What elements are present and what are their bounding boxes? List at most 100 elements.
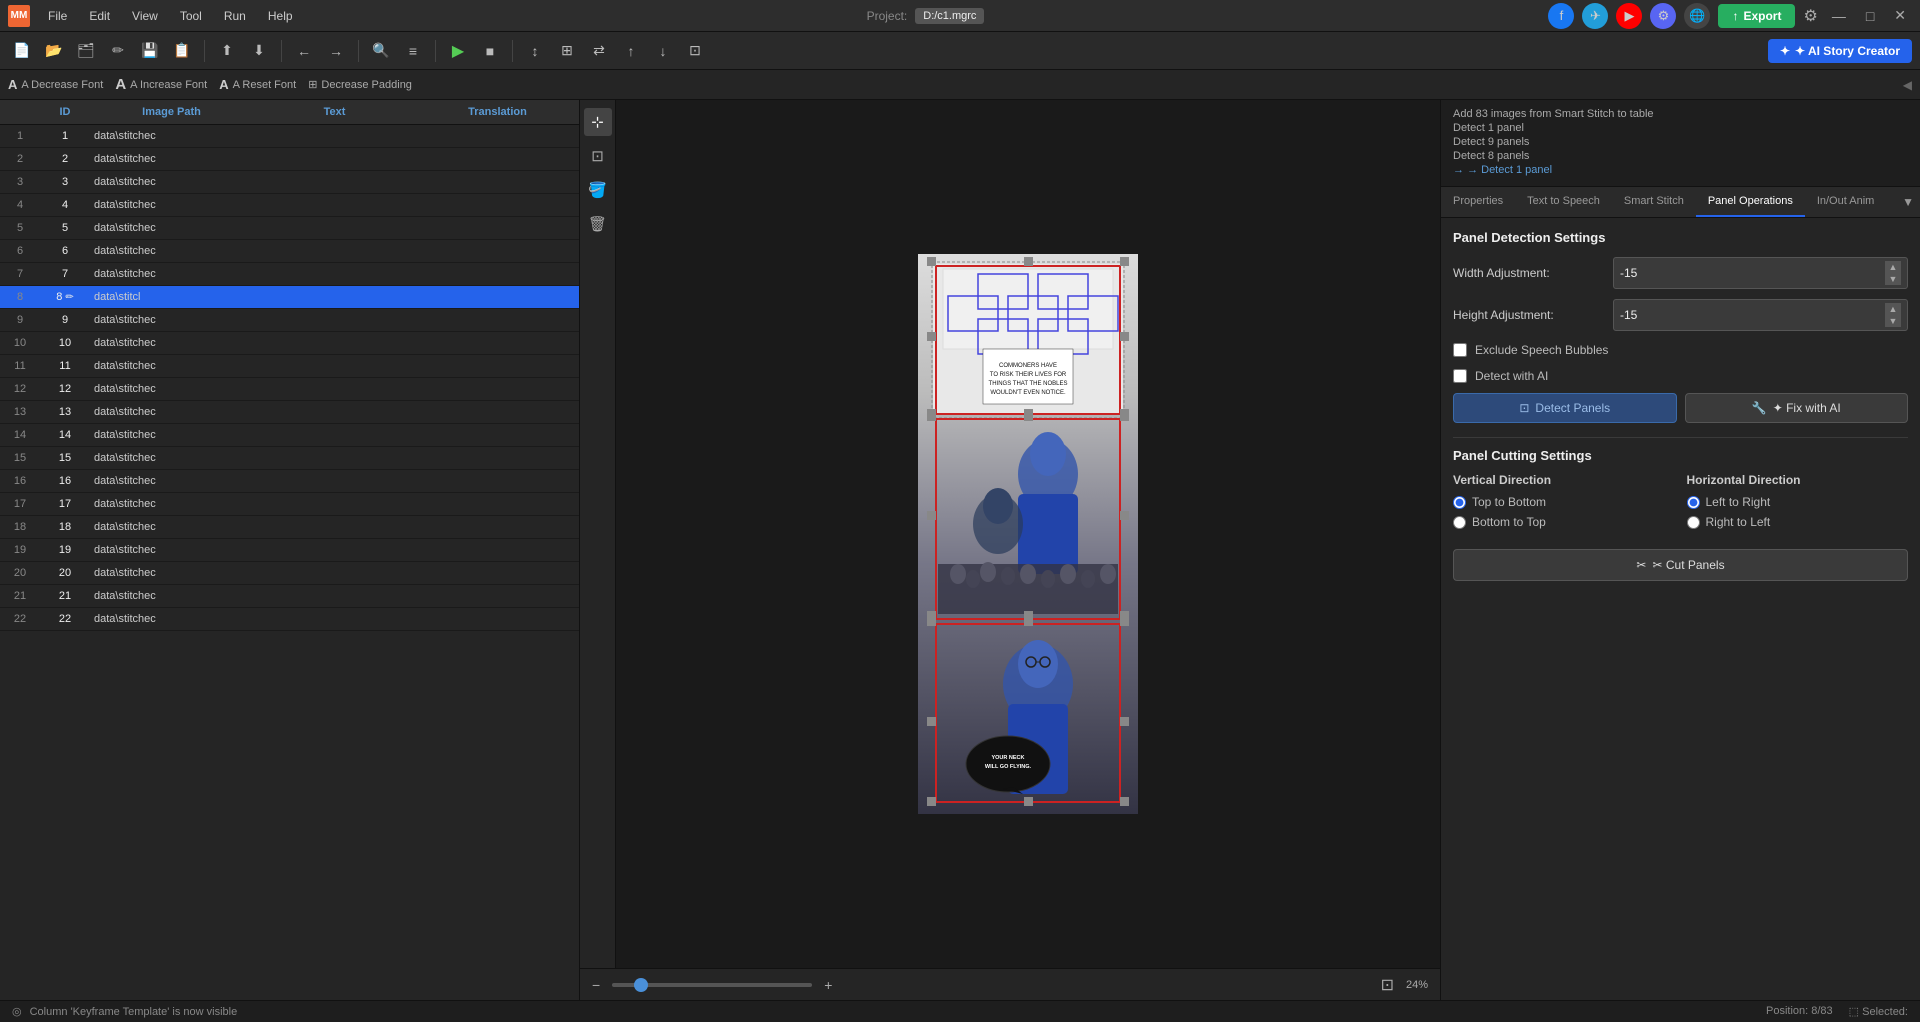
save-button[interactable]: 💾: [136, 37, 164, 65]
edit-button[interactable]: ✏: [104, 37, 132, 65]
table-row[interactable]: 14 14 data\stitchec: [0, 424, 579, 447]
table-row[interactable]: 18 18 data\stitchec: [0, 516, 579, 539]
zoom-out-button[interactable]: −: [592, 977, 600, 993]
width-input[interactable]: [1620, 266, 1700, 280]
width-up[interactable]: ▲: [1885, 261, 1901, 273]
delete-tool[interactable]: 🗑: [584, 210, 612, 238]
tab-panel-operations[interactable]: Panel Operations: [1696, 187, 1805, 217]
tab-smart-stitch[interactable]: Smart Stitch: [1612, 187, 1696, 217]
height-input[interactable]: [1620, 308, 1700, 322]
increase-font-button[interactable]: A A Increase Font: [115, 76, 207, 93]
menu-file[interactable]: File: [38, 5, 77, 27]
fix-ai-button[interactable]: 🔧 ✦ Fix with AI: [1685, 393, 1909, 423]
panel-detection-title: Panel Detection Settings: [1453, 230, 1908, 245]
tab-properties[interactable]: Properties: [1441, 187, 1515, 217]
row-id: 15: [40, 447, 90, 469]
reset-font-button[interactable]: A A Reset Font: [219, 77, 296, 92]
crop-tool[interactable]: ⊡: [584, 142, 612, 170]
table-row[interactable]: 3 3 data\stitchec: [0, 171, 579, 194]
decrease-font-button[interactable]: A A Decrease Font: [8, 77, 103, 92]
table-row[interactable]: 16 16 data\stitchec: [0, 470, 579, 493]
close-button[interactable]: ✕: [1888, 7, 1912, 24]
table-row[interactable]: 22 22 data\stitchec: [0, 608, 579, 631]
discord-icon[interactable]: ⚙: [1650, 3, 1676, 29]
table-row[interactable]: 6 6 data\stitchec: [0, 240, 579, 263]
redo-button[interactable]: →: [322, 37, 350, 65]
table-row[interactable]: 11 11 data\stitchec: [0, 355, 579, 378]
decrease-padding-button[interactable]: ⊞ Decrease Padding: [308, 78, 412, 91]
detect-ai-checkbox[interactable]: [1453, 369, 1467, 383]
zoom-fit-button[interactable]: ⊡: [1381, 975, 1394, 995]
crop-button[interactable]: ⊡: [681, 37, 709, 65]
menu-help[interactable]: Help: [258, 5, 303, 27]
table-row[interactable]: 7 7 data\stitchec: [0, 263, 579, 286]
height-down[interactable]: ▼: [1885, 315, 1901, 327]
undo-button[interactable]: ←: [290, 37, 318, 65]
export-button[interactable]: ↑ Export: [1718, 4, 1795, 28]
menu-run[interactable]: Run: [214, 5, 256, 27]
table-row[interactable]: 12 12 data\stitchec: [0, 378, 579, 401]
maximize-button[interactable]: □: [1860, 8, 1880, 24]
globe-icon[interactable]: 🌐: [1684, 3, 1710, 29]
paint-tool[interactable]: 🪣: [584, 176, 612, 204]
table-row[interactable]: 8 8 ✏ data\stitcl: [0, 286, 579, 309]
stop-button[interactable]: ■: [476, 37, 504, 65]
table-row[interactable]: 4 4 data\stitchec: [0, 194, 579, 217]
table-row[interactable]: 21 21 data\stitchec: [0, 585, 579, 608]
new-button[interactable]: 📄: [8, 37, 36, 65]
folder-button[interactable]: 🗂: [72, 37, 100, 65]
saveas-button[interactable]: 📋: [168, 37, 196, 65]
tab-tts[interactable]: Text to Speech: [1515, 187, 1612, 217]
table-row[interactable]: 19 19 data\stitchec: [0, 539, 579, 562]
right-to-left-radio[interactable]: [1687, 516, 1700, 529]
cut-panels-button[interactable]: ✂ ✂ Cut Panels: [1453, 549, 1908, 581]
table-row[interactable]: 17 17 data\stitchec: [0, 493, 579, 516]
ai-story-button[interactable]: ✦ ✦ AI Story Creator: [1768, 39, 1912, 63]
left-to-right-radio[interactable]: [1687, 496, 1700, 509]
tab-more-button[interactable]: ▼: [1896, 187, 1920, 217]
zoom-slider[interactable]: [612, 983, 812, 987]
menu-edit[interactable]: Edit: [79, 5, 120, 27]
settings-icon[interactable]: ⚙: [1803, 6, 1817, 26]
play-button[interactable]: ▶: [444, 37, 472, 65]
bottom-to-top-radio[interactable]: [1453, 516, 1466, 529]
exclude-speech-row: Exclude Speech Bubbles: [1453, 341, 1908, 359]
table-row[interactable]: 9 9 data\stitchec: [0, 309, 579, 332]
table-row[interactable]: 2 2 data\stitchec: [0, 148, 579, 171]
width-down[interactable]: ▼: [1885, 273, 1901, 285]
table-row[interactable]: 20 20 data\stitchec: [0, 562, 579, 585]
sort-button[interactable]: ↕: [521, 37, 549, 65]
project-path[interactable]: D:/c1.mgrc: [915, 8, 984, 24]
table-row[interactable]: 1 1 data\stitchec: [0, 125, 579, 148]
down-button[interactable]: ↓: [649, 37, 677, 65]
status-right: Position: 8/83 ⬚ Selected:: [1766, 1005, 1908, 1018]
youtube-icon[interactable]: ▶: [1616, 3, 1642, 29]
table-row[interactable]: 10 10 data\stitchec: [0, 332, 579, 355]
telegram-icon[interactable]: ✈: [1582, 3, 1608, 29]
separator3: [358, 40, 359, 62]
zoom-button[interactable]: 🔍: [367, 37, 395, 65]
table-row[interactable]: 15 15 data\stitchec: [0, 447, 579, 470]
export-file-button[interactable]: ⬇: [245, 37, 273, 65]
row-num: 20: [0, 562, 40, 584]
tab-inout-anim[interactable]: In/Out Anim: [1805, 187, 1886, 217]
minimize-button[interactable]: —: [1826, 8, 1852, 24]
import-button[interactable]: ⬆: [213, 37, 241, 65]
table-row[interactable]: 5 5 data\stitchec: [0, 217, 579, 240]
detect-panels-button[interactable]: ⊡ Detect Panels: [1453, 393, 1677, 423]
list-button[interactable]: ≡: [399, 37, 427, 65]
height-up[interactable]: ▲: [1885, 303, 1901, 315]
exclude-speech-checkbox[interactable]: [1453, 343, 1467, 357]
zoom-in-button[interactable]: +: [824, 977, 832, 993]
up-button[interactable]: ↑: [617, 37, 645, 65]
facebook-icon[interactable]: f: [1548, 3, 1574, 29]
table-row[interactable]: 13 13 data\stitchec: [0, 401, 579, 424]
select-tool[interactable]: ⊹: [584, 108, 612, 136]
sub-toolbar-collapse[interactable]: ◀: [1903, 78, 1912, 92]
top-to-bottom-radio[interactable]: [1453, 496, 1466, 509]
columns-button[interactable]: ⊞: [553, 37, 581, 65]
menu-view[interactable]: View: [122, 5, 168, 27]
open-button[interactable]: 📂: [40, 37, 68, 65]
menu-tool[interactable]: Tool: [170, 5, 212, 27]
arrange-button[interactable]: ⇄: [585, 37, 613, 65]
